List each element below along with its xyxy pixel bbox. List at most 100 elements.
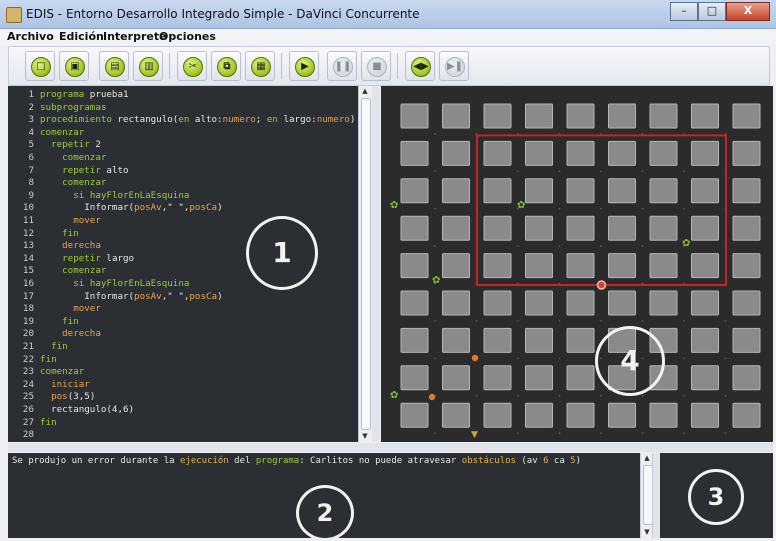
code-line: iniciar bbox=[40, 379, 90, 391]
code-line: fin bbox=[40, 354, 57, 366]
step-next-button[interactable]: ▶❚ bbox=[439, 51, 469, 81]
robot-panel: 3 bbox=[660, 453, 773, 538]
line-number: 9 bbox=[28, 189, 34, 201]
maximize-button[interactable]: □ bbox=[698, 2, 726, 21]
city-block bbox=[442, 365, 470, 391]
city-block bbox=[732, 253, 761, 279]
street-corner bbox=[600, 245, 602, 248]
city-block bbox=[691, 103, 719, 129]
street-corner bbox=[600, 320, 602, 322]
app-icon bbox=[6, 7, 22, 23]
street-corner bbox=[641, 394, 644, 397]
run-button[interactable]: ▶ bbox=[289, 51, 319, 81]
code-token: ) bbox=[349, 114, 356, 126]
line-number: 20 bbox=[22, 328, 34, 340]
code-token: posAv bbox=[134, 290, 162, 302]
street-corner bbox=[517, 432, 519, 435]
line-number: 15 bbox=[22, 265, 34, 277]
line-number: 27 bbox=[22, 416, 34, 428]
scroll-thumb[interactable] bbox=[361, 98, 371, 430]
line-number: 23 bbox=[22, 366, 34, 378]
street-corner bbox=[683, 432, 685, 435]
city-block bbox=[483, 103, 512, 129]
city-block bbox=[525, 103, 553, 129]
flower-icon: ✿ bbox=[517, 200, 525, 211]
code-line: si hayFlorEnLaEsquina bbox=[40, 278, 189, 290]
city-block bbox=[525, 365, 553, 391]
horizontal-splitter[interactable] bbox=[8, 443, 773, 452]
street-corner bbox=[600, 170, 602, 173]
street-corner bbox=[434, 133, 436, 135]
line-number: 25 bbox=[22, 391, 34, 403]
menu-edicion[interactable]: Edición bbox=[59, 30, 104, 43]
pause-button[interactable]: ❚❚ bbox=[327, 51, 357, 81]
city-block bbox=[732, 178, 761, 204]
line-number: 3 bbox=[28, 114, 34, 126]
code-line: comenzar bbox=[40, 177, 106, 189]
line-number: 2 bbox=[28, 101, 34, 113]
cut-button[interactable]: ✂ bbox=[177, 51, 207, 81]
close-button[interactable]: X bbox=[726, 2, 770, 21]
code-token: largo: bbox=[277, 114, 317, 126]
code-token: fin bbox=[62, 315, 79, 327]
city-block bbox=[442, 402, 470, 428]
street-corner bbox=[517, 394, 519, 397]
new-window-button[interactable]: ▣ bbox=[59, 51, 89, 81]
city-block bbox=[566, 290, 595, 316]
open-file-button[interactable]: ▤ bbox=[99, 51, 129, 81]
menu-opciones[interactable]: Opciones bbox=[159, 30, 216, 43]
city-block bbox=[400, 178, 429, 204]
new-file-button[interactable]: □ bbox=[25, 51, 55, 81]
menu-archivo[interactable]: Archivo bbox=[7, 30, 54, 43]
code-editor[interactable]: 1 1 programa prueba1 2 subprogramas 3 procedi… bbox=[8, 86, 358, 442]
city-block bbox=[566, 365, 595, 391]
editor-scrollbar[interactable]: ▲ ▼ bbox=[358, 86, 371, 442]
code-token: rectangulo( bbox=[111, 114, 179, 126]
city-block bbox=[732, 290, 761, 316]
save-file-button[interactable]: ▥ bbox=[133, 51, 163, 81]
line-number: 24 bbox=[22, 378, 34, 390]
street-corner bbox=[683, 170, 685, 173]
city-block bbox=[691, 327, 719, 353]
code-token: Informar( bbox=[40, 202, 135, 214]
city-block bbox=[691, 290, 719, 316]
city-block bbox=[649, 215, 678, 241]
stop-button[interactable]: ■ bbox=[361, 51, 391, 81]
city-block bbox=[691, 365, 719, 391]
city-block bbox=[732, 103, 761, 129]
step-button[interactable]: ◀▶ bbox=[405, 51, 435, 81]
toolbar-separator bbox=[169, 53, 170, 79]
minimize-button[interactable]: – bbox=[670, 2, 698, 21]
line-number: 14 bbox=[22, 252, 34, 264]
code-token: procedimiento bbox=[40, 114, 112, 126]
street-corner bbox=[558, 245, 561, 248]
street-corner bbox=[558, 394, 561, 397]
code-token: si bbox=[73, 189, 85, 201]
city-block bbox=[608, 290, 636, 316]
code-token: ) bbox=[217, 290, 223, 302]
vertical-splitter[interactable] bbox=[372, 86, 380, 442]
copy-button[interactable]: ⧉ bbox=[211, 51, 241, 81]
line-number: 18 bbox=[22, 303, 34, 315]
scroll-down-icon[interactable]: ▼ bbox=[359, 431, 371, 441]
scroll-up-icon[interactable]: ▲ bbox=[359, 86, 371, 96]
code-token: posAv bbox=[134, 202, 162, 214]
message-token: ejecución bbox=[179, 456, 229, 466]
menu-interprete[interactable]: Interprete bbox=[103, 30, 167, 43]
city-block bbox=[608, 253, 636, 279]
stop-icon: ■ bbox=[367, 57, 387, 77]
line-number: 13 bbox=[22, 240, 34, 252]
title-bar: EDIS - Entorno Desarrollo Integrado Simp… bbox=[0, 0, 776, 29]
street-corner bbox=[600, 394, 602, 397]
street-corner bbox=[434, 432, 436, 435]
city-block bbox=[608, 402, 636, 428]
line-number: 10 bbox=[22, 202, 34, 214]
paste-button[interactable]: ▦ bbox=[245, 51, 275, 81]
street-corner bbox=[683, 394, 685, 397]
